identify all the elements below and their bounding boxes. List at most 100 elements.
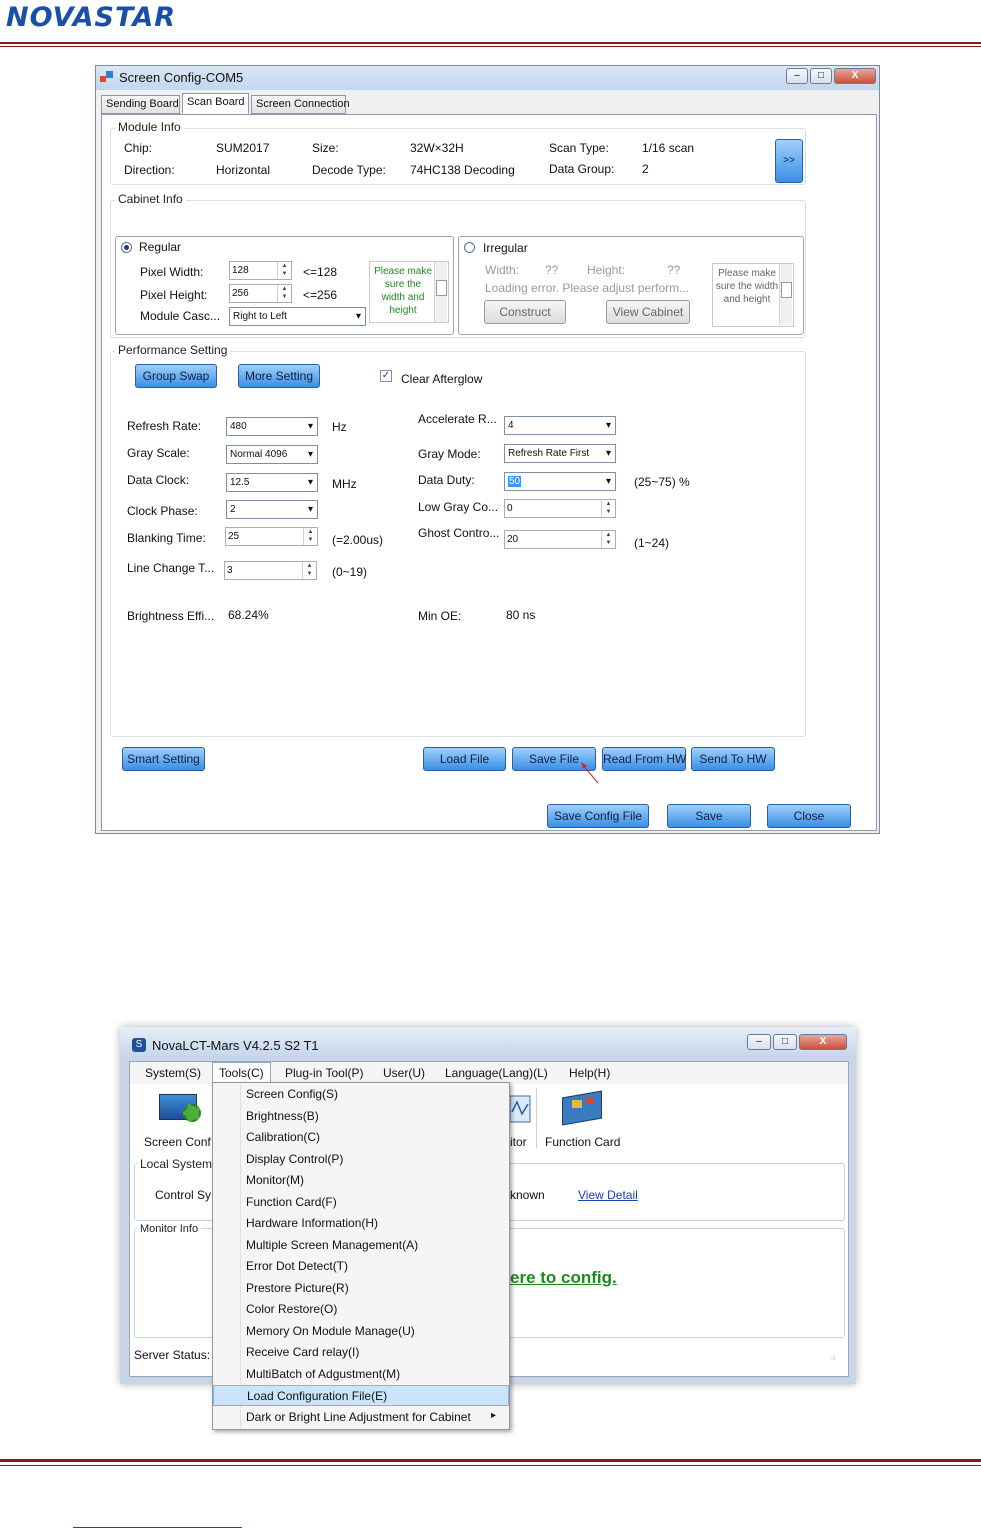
clear-afterglow-checkbox[interactable]: ✓ <box>380 370 392 382</box>
close-window-button[interactable]: X <box>834 68 876 84</box>
note-scrollbar[interactable] <box>434 262 447 322</box>
accelerate-select[interactable]: 4 <box>504 416 616 435</box>
performance-group <box>110 351 806 737</box>
function-card-icon[interactable] <box>560 1090 604 1126</box>
menu-item-dark-bright-line[interactable]: Dark or Bright Line Adjustment for Cabin… <box>213 1407 509 1428</box>
screen-config-icon[interactable] <box>159 1090 203 1126</box>
min-oe-label: Min OE: <box>418 609 462 623</box>
maximize-button[interactable]: □ <box>810 68 832 84</box>
ghost-control-label: Ghost Contro... <box>418 526 500 540</box>
spin-arrows-icon[interactable]: ▲ ▼ <box>601 500 615 517</box>
menu-item-calibration[interactable]: Calibration(C) <box>213 1127 509 1148</box>
view-cabinet-button[interactable]: View Cabinet <box>606 300 690 324</box>
monitor-icon[interactable] <box>510 1094 532 1124</box>
novalct-minimize-button[interactable]: ‒ <box>747 1034 771 1050</box>
toolbar-monitor-label[interactable]: itor <box>510 1135 527 1149</box>
low-gray-input[interactable]: 0 ▲ ▼ <box>504 499 616 518</box>
save-config-file-button[interactable]: Save Config File <box>547 804 649 828</box>
footer-link-underline[interactable] <box>73 1527 242 1528</box>
menu-item-prestore-picture[interactable]: Prestore Picture(R) <box>213 1278 509 1299</box>
irr-note-scrollbar[interactable] <box>779 264 792 325</box>
menu-item-multiple-screen-management[interactable]: Multiple Screen Management(A) <box>213 1235 509 1256</box>
title-bar: Screen Config-COM5 ‒ □ X <box>96 66 879 90</box>
menu-system[interactable]: System(S) <box>145 1066 201 1080</box>
menu-item-color-restore[interactable]: Color Restore(O) <box>213 1299 509 1320</box>
minimize-button[interactable]: ‒ <box>786 68 808 84</box>
menu-item-brightness[interactable]: Brightness(B) <box>213 1106 509 1127</box>
menu-item-multibatch[interactable]: MultiBatch of Adgustment(M) <box>213 1364 509 1385</box>
group-swap-button[interactable]: Group Swap <box>135 364 217 388</box>
ghost-control-input[interactable]: 20 ▲ ▼ <box>504 530 616 549</box>
menu-tools[interactable]: Tools(C) <box>212 1062 271 1083</box>
menu-language[interactable]: Language(Lang)(L) <box>445 1066 548 1080</box>
gray-scale-select[interactable]: Normal 4096 <box>226 445 318 464</box>
menu-item-memory-on-module[interactable]: Memory On Module Manage(U) <box>213 1321 509 1342</box>
load-file-button[interactable]: Load File <box>423 747 506 771</box>
construct-button[interactable]: Construct <box>484 300 566 324</box>
pixel-height-input[interactable]: 256 ▲ ▼ <box>229 284 292 303</box>
spin-arrows-icon[interactable]: ▲ ▼ <box>601 531 615 548</box>
spin-arrows-icon[interactable]: ▲ ▼ <box>277 262 291 279</box>
data-duty-select[interactable]: 50 <box>504 472 616 491</box>
menu-item-error-dot-detect[interactable]: Error Dot Detect(T) <box>213 1256 509 1277</box>
read-from-hw-button[interactable]: Read From HW <box>602 747 686 771</box>
scan-type-value: 1/16 scan <box>642 141 695 155</box>
tab-sending-board[interactable]: Sending Board <box>101 95 180 114</box>
toolbar-function-card-label[interactable]: Function Card <box>545 1135 620 1149</box>
app-icon <box>100 71 114 84</box>
menu-help[interactable]: Help(H) <box>569 1066 610 1080</box>
accelerate-label: Accelerate R... <box>418 412 497 426</box>
refresh-rate-select[interactable]: 480 <box>226 417 318 436</box>
data-duty-value: 50 <box>508 476 522 487</box>
toolbar-screen-config-label[interactable]: Screen Conf <box>144 1135 211 1149</box>
direction-label: Direction: <box>124 163 175 177</box>
resize-grip-icon[interactable]: ⁘ <box>830 1355 840 1366</box>
spin-arrows-icon[interactable]: ▲ ▼ <box>277 285 291 302</box>
smart-setting-button[interactable]: Smart Setting <box>122 747 205 771</box>
view-detail-link[interactable]: View Detail <box>578 1188 638 1202</box>
menu-item-receive-card-relay[interactable]: Receive Card relay(I) <box>213 1342 509 1363</box>
blanking-time-input[interactable]: 25 ▲ ▼ <box>225 527 318 546</box>
line-change-input[interactable]: 3 ▲ ▼ <box>224 561 317 580</box>
menu-item-screen-config[interactable]: Screen Config(S) <box>213 1084 509 1105</box>
novalct-maximize-button[interactable]: □ <box>773 1034 797 1050</box>
module-cascade-select[interactable]: Right to Left <box>229 307 366 326</box>
spin-arrows-icon[interactable]: ▲ ▼ <box>303 528 317 545</box>
novalct-close-button[interactable]: X <box>799 1034 847 1050</box>
regular-radio[interactable] <box>121 242 132 253</box>
local-system-title: Local System <box>137 1157 216 1171</box>
send-to-hw-button[interactable]: Send To HW <box>691 747 775 771</box>
menu-item-function-card[interactable]: Function Card(F) <box>213 1192 509 1213</box>
monitor-info-title: Monitor Info <box>137 1223 202 1235</box>
scan-type-label: Scan Type: <box>549 141 609 155</box>
data-clock-select[interactable]: 12.5 <box>226 473 318 492</box>
spin-arrows-icon[interactable]: ▲ ▼ <box>302 562 316 579</box>
tools-dropdown: Screen Config(S) Brightness(B) Calibrati… <box>212 1082 510 1430</box>
close-button[interactable]: Close <box>767 804 851 828</box>
line-change-note: (0~19) <box>332 565 368 579</box>
tab-screen-connection[interactable]: Screen Connection <box>251 95 350 114</box>
menu-user[interactable]: User(U) <box>383 1066 425 1080</box>
data-group-value: 2 <box>642 162 649 176</box>
irr-width-label: Width: <box>485 263 520 277</box>
server-status-label: Server Status: <box>134 1348 211 1362</box>
more-setting-button[interactable]: More Setting <box>238 364 320 388</box>
submenu-arrow-icon: ▸ <box>491 1410 497 1421</box>
clock-phase-select[interactable]: 2 <box>226 500 318 519</box>
tab-scan-board[interactable]: Scan Board <box>182 93 249 114</box>
tab-strip: Sending Board Scan Board Screen Connecti… <box>101 93 361 115</box>
module-more-button[interactable]: >> <box>775 139 803 183</box>
menu-plugin-tool[interactable]: Plug-in Tool(P) <box>285 1066 363 1080</box>
performance-title: Performance Setting <box>115 343 231 357</box>
irregular-radio[interactable] <box>464 242 475 253</box>
gray-mode-select[interactable]: Refresh Rate First <box>504 444 616 463</box>
menu-item-hardware-information[interactable]: Hardware Information(H) <box>213 1213 509 1234</box>
menu-item-display-control[interactable]: Display Control(P) <box>213 1149 509 1170</box>
brightness-efficiency-label: Brightness Effi... <box>127 609 215 623</box>
menu-item-monitor[interactable]: Monitor(M) <box>213 1170 509 1191</box>
save-button[interactable]: Save <box>667 804 751 828</box>
config-link[interactable]: ere to config. <box>510 1268 617 1288</box>
menu-item-load-configuration-file[interactable]: Load Configuration File(E) <box>213 1385 509 1406</box>
novalct-app-icon: S <box>132 1038 146 1052</box>
pixel-width-input[interactable]: 128 ▲ ▼ <box>229 261 292 280</box>
